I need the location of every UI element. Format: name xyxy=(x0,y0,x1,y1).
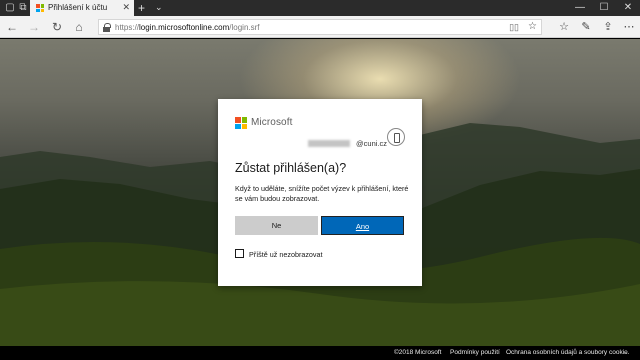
footer-privacy-link[interactable]: Ochrana osobních údajů a soubory cookie xyxy=(506,349,628,356)
brand-name: Microsoft xyxy=(251,117,293,128)
microsoft-logo-icon xyxy=(235,117,247,129)
account-email: @cuni.cz xyxy=(356,139,387,148)
footer-copyright: ©2018 Microsoft xyxy=(394,349,442,356)
close-icon[interactable]: ✕ xyxy=(616,0,640,16)
browser-toolbar: ← → ↻ ⌂ https://login.microsoftonline.co… xyxy=(0,16,640,38)
refresh-icon[interactable]: ↻ xyxy=(50,20,64,34)
maximize-icon[interactable]: ☐ xyxy=(592,0,616,16)
reading-view-icon[interactable]: ▯▯ xyxy=(509,22,519,33)
minimize-icon[interactable]: — xyxy=(568,0,592,16)
tab-previews-icon[interactable]: ⧉ xyxy=(17,2,29,14)
dialog-description: Když to uděláte, snížíte počet výzev k p… xyxy=(235,184,409,203)
tab-title: Přihlášení k účtu xyxy=(48,3,108,12)
url-text: https://login.microsoftonline.com/login.… xyxy=(115,23,260,32)
page-footer: ©2018 Microsoft Podmínky použití Ochrana… xyxy=(0,346,640,360)
stay-signed-in-dialog: Microsoft @cuni.cz Zůstat přihlášen(a)? … xyxy=(218,99,422,286)
dont-show-again-checkbox[interactable] xyxy=(235,249,244,258)
forward-arrow-icon[interactable]: → xyxy=(27,20,41,34)
set-aside-tabs-icon[interactable]: ▢ xyxy=(4,2,16,14)
account-badge-icon xyxy=(387,128,405,146)
no-button[interactable]: Ne xyxy=(235,216,318,235)
dont-show-again-label[interactable]: Příště už nezobrazovat xyxy=(249,250,323,259)
account-identity: @cuni.cz xyxy=(235,128,405,150)
tab-close-icon[interactable]: ✕ xyxy=(122,2,130,13)
home-icon[interactable]: ⌂ xyxy=(72,20,86,34)
yes-button[interactable]: Ano xyxy=(321,216,404,235)
address-bar[interactable]: https://login.microsoftonline.com/login.… xyxy=(98,19,542,35)
footer-more-link[interactable]: ... xyxy=(624,349,629,356)
active-tab[interactable]: Přihlášení k účtu ✕ xyxy=(30,0,134,16)
share-icon[interactable]: ⇪ xyxy=(601,20,615,34)
lock-icon[interactable] xyxy=(103,23,111,32)
tab-list-chevron-icon[interactable]: ⌄ xyxy=(155,2,163,13)
favorite-star-icon[interactable]: ☆ xyxy=(528,21,537,32)
redacted-username xyxy=(308,140,350,147)
back-arrow-icon[interactable]: ← xyxy=(5,20,19,34)
new-tab-button[interactable]: + xyxy=(138,1,145,15)
pen-icon[interactable]: ✎ xyxy=(579,20,593,34)
favorites-hub-icon[interactable]: ☆ xyxy=(557,20,571,34)
more-icon[interactable]: ⋯ xyxy=(622,20,636,34)
microsoft-favicon xyxy=(36,4,44,12)
dialog-heading: Zůstat přihlášen(a)? xyxy=(235,161,347,175)
browser-tab-bar: ▢ ⧉ Přihlášení k účtu ✕ + ⌄ — ☐ ✕ xyxy=(0,0,640,16)
footer-terms-link[interactable]: Podmínky použití xyxy=(450,349,500,356)
